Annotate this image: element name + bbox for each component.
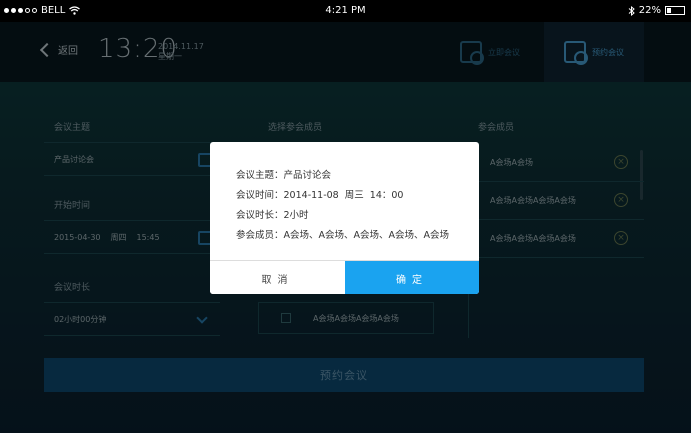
status-time: 4:21 PM xyxy=(325,5,366,16)
status-bar: BELL 4:21 PM 22% xyxy=(0,0,691,22)
battery-icon xyxy=(665,6,685,15)
status-right: 22% xyxy=(628,5,685,16)
confirm-dialog: 会议主题：产品讨论会 会议时间：2014-11-08 周三 14：00 会议时长… xyxy=(210,142,479,294)
dialog-time-key: 会议时间： xyxy=(236,190,284,201)
dialog-duration-value: 2小时 xyxy=(283,210,309,221)
dialog-time-value: 2014-11-08 周三 14：00 xyxy=(283,190,404,201)
cancel-button[interactable]: 取消 xyxy=(210,261,345,294)
dialog-members-key: 参会成员： xyxy=(236,230,284,241)
dialog-topic-key: 会议主题： xyxy=(236,170,284,181)
dialog-topic-value: 产品讨论会 xyxy=(283,170,332,181)
battery-percent: 22% xyxy=(638,5,661,16)
dialog-members-value: A会场、A会场、A会场、A会场、A会场 xyxy=(283,230,450,241)
confirm-button[interactable]: 确定 xyxy=(345,261,479,294)
dialog-time-line: 会议时间：2014-11-08 周三 14：00 xyxy=(236,186,449,206)
dialog-footer: 取消 确定 xyxy=(210,260,479,294)
dialog-body: 会议主题：产品讨论会 会议时间：2014-11-08 周三 14：00 会议时长… xyxy=(236,166,449,246)
dialog-members-line: 参会成员：A会场、A会场、A会场、A会场、A会场 xyxy=(236,226,449,246)
dialog-topic-line: 会议主题：产品讨论会 xyxy=(236,166,449,186)
bluetooth-icon xyxy=(628,5,635,16)
dialog-duration-line: 会议时长：2小时 xyxy=(236,206,449,226)
dialog-duration-key: 会议时长： xyxy=(236,210,284,221)
